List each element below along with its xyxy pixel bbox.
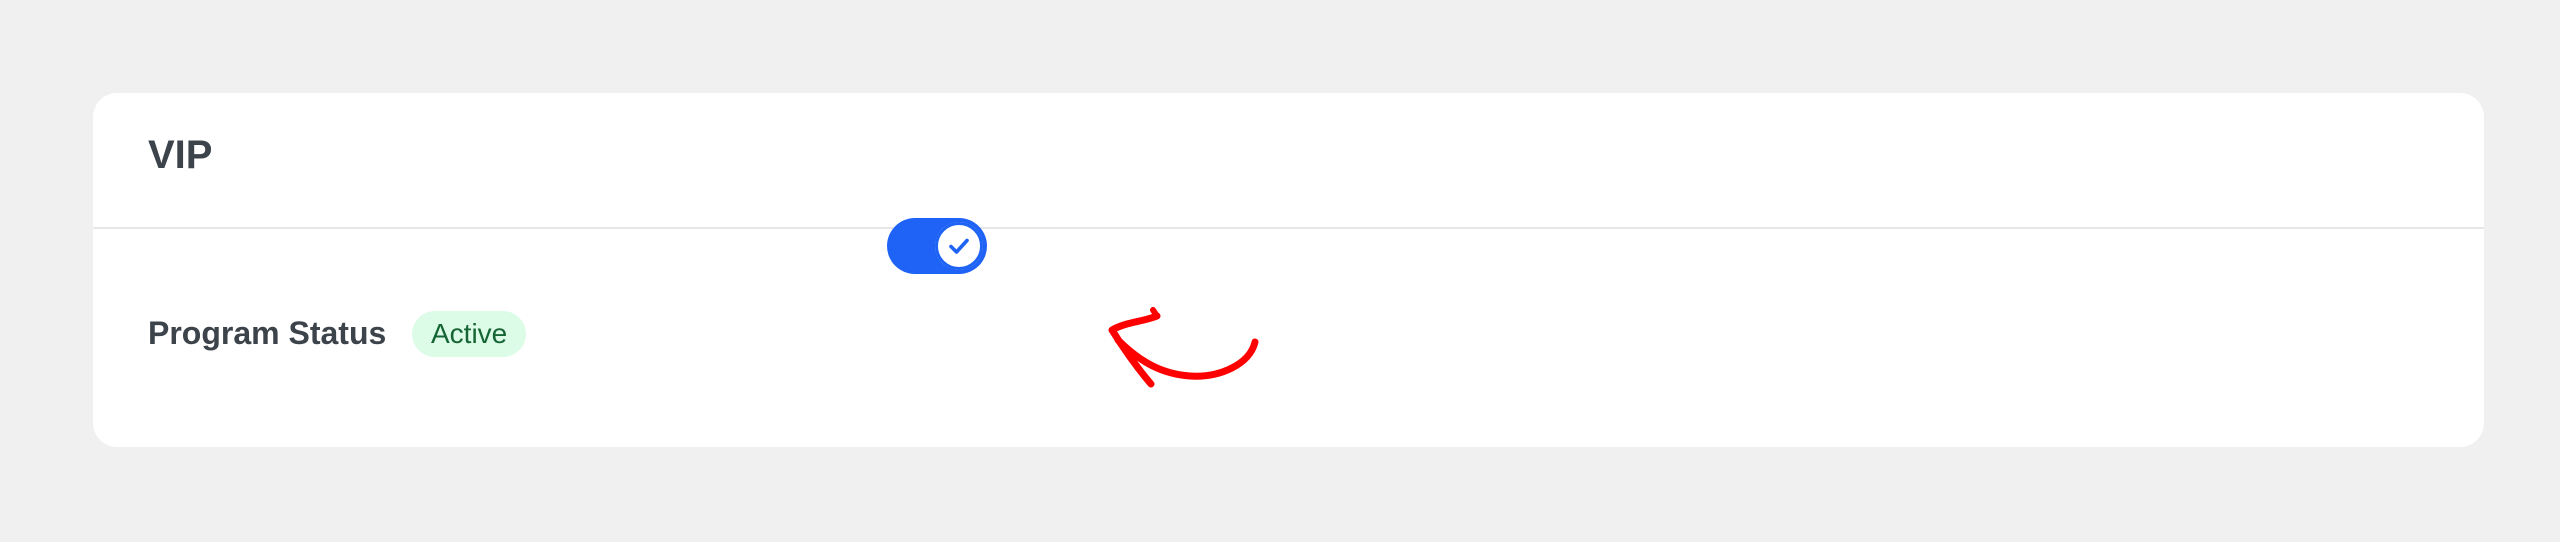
status-badge: Active	[412, 311, 527, 357]
card-header: VIP	[93, 93, 2484, 229]
vip-card: VIP Program Status Active	[93, 93, 2484, 447]
card-title: VIP	[148, 133, 213, 177]
card-body: Program Status Active	[93, 229, 2484, 447]
check-icon	[935, 222, 983, 270]
toggle-knob	[935, 222, 983, 270]
hand-drawn-arrow-icon	[1108, 307, 1259, 388]
program-status-label: Program Status	[148, 315, 387, 351]
program-status-toggle[interactable]	[887, 218, 987, 274]
